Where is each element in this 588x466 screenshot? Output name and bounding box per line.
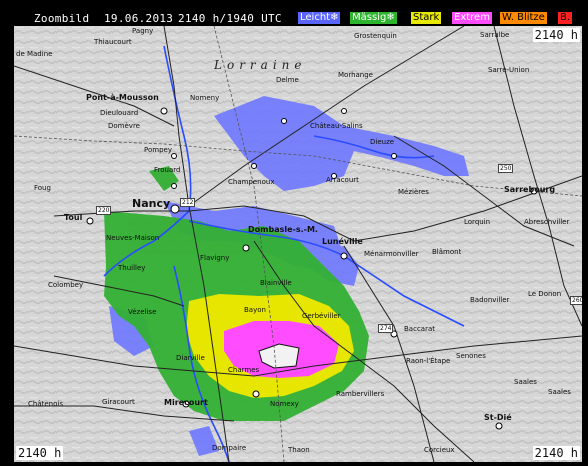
- place-label: Baccarat: [404, 325, 435, 333]
- place-label: Mirecourt: [164, 398, 208, 407]
- radar-map: Lorraine Thiaucourt Pagny Grostenquin Sa…: [14, 26, 582, 462]
- place-label: Nomeny: [190, 94, 220, 102]
- place-label: Charmes: [228, 366, 260, 374]
- place-label: Toul: [64, 213, 83, 222]
- place-label: Flavigny: [200, 254, 230, 262]
- place-label: Grostenquin: [354, 32, 397, 40]
- place-label: Dieuze: [370, 138, 395, 146]
- place-label: Domèvre: [108, 122, 140, 130]
- place-label: Champenoux: [228, 178, 275, 186]
- header-bar: Zoombild 19.06.2013 2140 h/1940 UTC Leic…: [0, 0, 588, 26]
- place-label: Pont-à-Mousson: [86, 93, 159, 102]
- place-label: Lunéville: [322, 237, 363, 246]
- legend-extrem: Extrem: [452, 12, 492, 24]
- place-label: Dombasle-s.-M.: [248, 225, 318, 234]
- legend-leicht: Leicht❄: [298, 12, 341, 24]
- place-label: Dieulouard: [100, 109, 139, 117]
- legend-b: B.: [558, 12, 573, 24]
- place-label: Le Donon: [528, 290, 562, 298]
- place-label: Nomexy: [270, 400, 299, 408]
- place-label: Thiaucourt: [94, 38, 132, 46]
- place-label: Foug: [34, 184, 51, 192]
- place-label: Lorquin: [464, 218, 491, 226]
- road-number: 260: [570, 296, 582, 305]
- place-label: Raon-l'Étape: [406, 357, 451, 365]
- place-label: Châtenois: [28, 400, 63, 408]
- place-label: Ménarmonviller: [364, 250, 419, 258]
- region-label: Lorraine: [214, 58, 307, 72]
- place-label: Dompaire: [212, 444, 247, 452]
- place-label: Rambervillers: [336, 390, 385, 398]
- place-label: Senones: [456, 352, 486, 360]
- header-time: 2140 h/1940 UTC: [178, 12, 282, 25]
- place-label: Saales: [548, 388, 571, 396]
- place-label: Mézières: [398, 188, 429, 196]
- place-label: Colombey: [48, 281, 84, 289]
- road-number: 220: [96, 206, 112, 215]
- place-label: St-Dié: [484, 413, 512, 422]
- place-label: de Madine: [16, 50, 53, 58]
- time-stamp-bottom-right: 2140 h: [532, 446, 580, 460]
- place-label: Saales: [514, 378, 537, 386]
- place-label: Giracourt: [102, 398, 135, 406]
- place-label: Thaon: [288, 446, 310, 454]
- legend-stark: Stark: [411, 12, 442, 24]
- place-label: Pagny: [132, 27, 154, 35]
- snow-icon: ❄: [330, 12, 339, 23]
- place-label: Neuves-Maison: [106, 234, 160, 242]
- road-number: 250: [498, 164, 514, 173]
- place-label: Morhange: [338, 71, 373, 79]
- legend-leicht-label: Leicht: [300, 12, 331, 23]
- header-title: Zoombild: [34, 12, 90, 25]
- place-label: Blainville: [260, 279, 292, 287]
- legend-blitze: W. Blitze: [500, 12, 547, 24]
- road-number: 212: [180, 198, 196, 207]
- place-label: Bayon: [244, 306, 266, 314]
- place-label: Vézelise: [128, 308, 157, 316]
- place-label: Gerbéviller: [302, 312, 341, 320]
- place-label: Diarville: [176, 354, 205, 362]
- legend-stark-label: Stark: [413, 12, 440, 23]
- legend-extrem-label: Extrem: [454, 12, 490, 23]
- legend-blitze-label: W. Blitze: [502, 12, 545, 23]
- snow-icon: ❄: [386, 12, 395, 23]
- road-number: 274: [378, 324, 394, 333]
- legend-maessig: Mässig❄: [350, 12, 397, 24]
- header-date: 19.06.2013: [104, 12, 174, 25]
- place-label: Arracourt: [326, 176, 359, 184]
- radar-frame: Zoombild 19.06.2013 2140 h/1940 UTC Leic…: [0, 0, 588, 466]
- place-label: Abreschviller: [524, 218, 570, 226]
- place-label: Nancy: [132, 197, 171, 210]
- place-label: Thuilley: [118, 264, 146, 272]
- place-label: Delme: [276, 76, 299, 84]
- place-label: Sarre-Union: [488, 66, 530, 74]
- place-label: Badonviller: [470, 296, 510, 304]
- place-label: Blâmont: [432, 248, 462, 256]
- map-canvas: [14, 26, 582, 462]
- place-label: Sarrebourg: [504, 185, 556, 194]
- place-label: Pompey: [144, 146, 172, 154]
- time-stamp-top-right: 2140 h: [532, 28, 580, 42]
- legend-b-label: B.: [560, 12, 571, 23]
- place-label: Corcieux: [424, 446, 455, 454]
- place-label: Sarralbe: [480, 31, 510, 39]
- place-label: Château-Salins: [310, 122, 363, 130]
- place-label: Frouard: [154, 166, 181, 174]
- time-stamp-bottom-left: 2140 h: [16, 446, 64, 460]
- legend-maessig-label: Mässig: [352, 12, 387, 23]
